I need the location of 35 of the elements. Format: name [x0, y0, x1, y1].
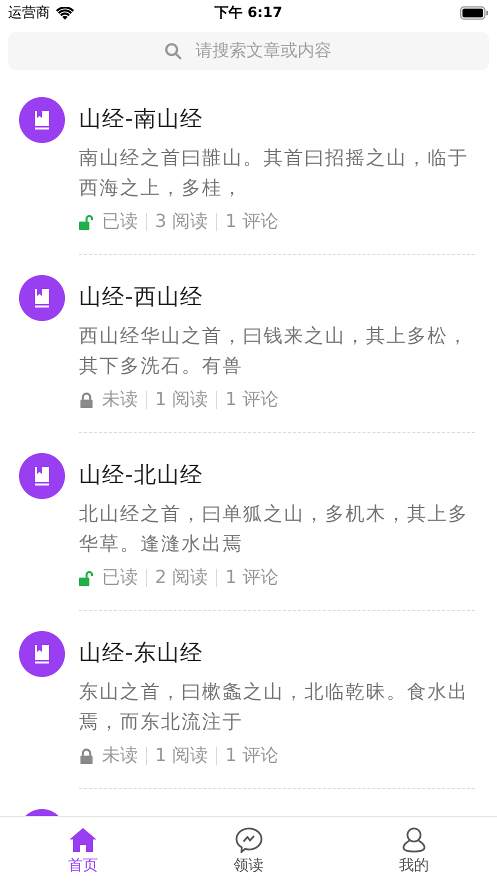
article-summary: 西山经华山之首，曰钱来之山，其上多松，其下多洗石。有兽 [79, 324, 469, 379]
comment-count: 1 评论 [216, 747, 286, 765]
book-icon [19, 97, 65, 143]
article-summary: 南山经之首曰䧿山。其首曰招摇之山，临于西海之上，多桂， [79, 146, 469, 201]
article-title[interactable]: 山经-东山经 [79, 631, 475, 677]
read-status: 已读 [102, 569, 139, 587]
tab-item[interactable]: 首页 [0, 817, 166, 883]
comment-count: 1 评论 [216, 213, 286, 231]
status-time: 下午 6:17 [214, 4, 282, 22]
article-title[interactable]: 山经-西山经 [79, 275, 475, 321]
article-summary: 北山经之首，曰单狐之山，多机木，其上多华草。逢漨水出焉 [79, 502, 469, 557]
book-icon [19, 275, 65, 321]
person-icon [400, 827, 428, 853]
book-icon [19, 631, 65, 677]
view-count: 3 阅读 [146, 213, 216, 231]
comment-count: 1 评论 [216, 569, 286, 587]
home-icon [68, 827, 97, 853]
view-count: 1 阅读 [146, 747, 216, 765]
book-icon [19, 453, 65, 499]
tab-item[interactable]: 领读 [166, 817, 332, 883]
read-status: 未读 [102, 747, 139, 765]
tab-item[interactable]: 我的 [331, 817, 497, 883]
read-status: 已读 [102, 213, 139, 231]
article-title[interactable]: 山经-北山经 [79, 453, 475, 499]
article-title[interactable]: 山经-南山经 [79, 97, 475, 143]
comment-count: 1 评论 [216, 391, 286, 409]
battery-icon [460, 6, 489, 20]
wifi-icon [56, 6, 74, 20]
chat-bubble-icon [234, 827, 262, 853]
carrier-name: 运营商 [8, 4, 50, 22]
search-field[interactable]: 请搜索文章或内容 [8, 32, 489, 70]
read-status: 未读 [102, 391, 139, 409]
article-summary: 东山之首，曰樕螽之山，北临乾昧。食水出焉，而东北流注于 [79, 680, 469, 735]
view-count: 1 阅读 [146, 391, 216, 409]
view-count: 2 阅读 [146, 569, 216, 587]
